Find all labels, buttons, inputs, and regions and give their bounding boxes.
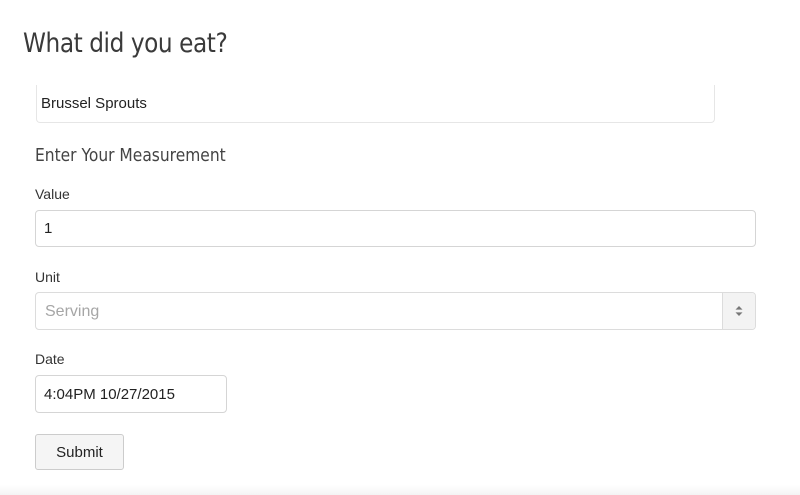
unit-label: Unit	[35, 269, 60, 285]
bottom-shadow	[0, 485, 800, 495]
date-label: Date	[35, 351, 65, 367]
submit-button[interactable]: Submit	[35, 434, 124, 470]
unit-select-value: Serving	[45, 303, 100, 320]
food-selection-field[interactable]: Brussel Sprouts	[36, 85, 715, 123]
date-input[interactable]	[35, 375, 227, 413]
measurement-heading: Enter Your Measurement	[35, 145, 226, 166]
value-input[interactable]	[35, 210, 756, 247]
select-arrows-icon[interactable]	[722, 293, 755, 329]
unit-select[interactable]: Serving	[35, 292, 756, 330]
page: What did you eat? Brussel Sprouts Enter …	[0, 0, 800, 495]
value-label: Value	[35, 186, 70, 202]
food-selection-value: Brussel Sprouts	[41, 95, 147, 112]
page-title: What did you eat?	[23, 28, 228, 59]
